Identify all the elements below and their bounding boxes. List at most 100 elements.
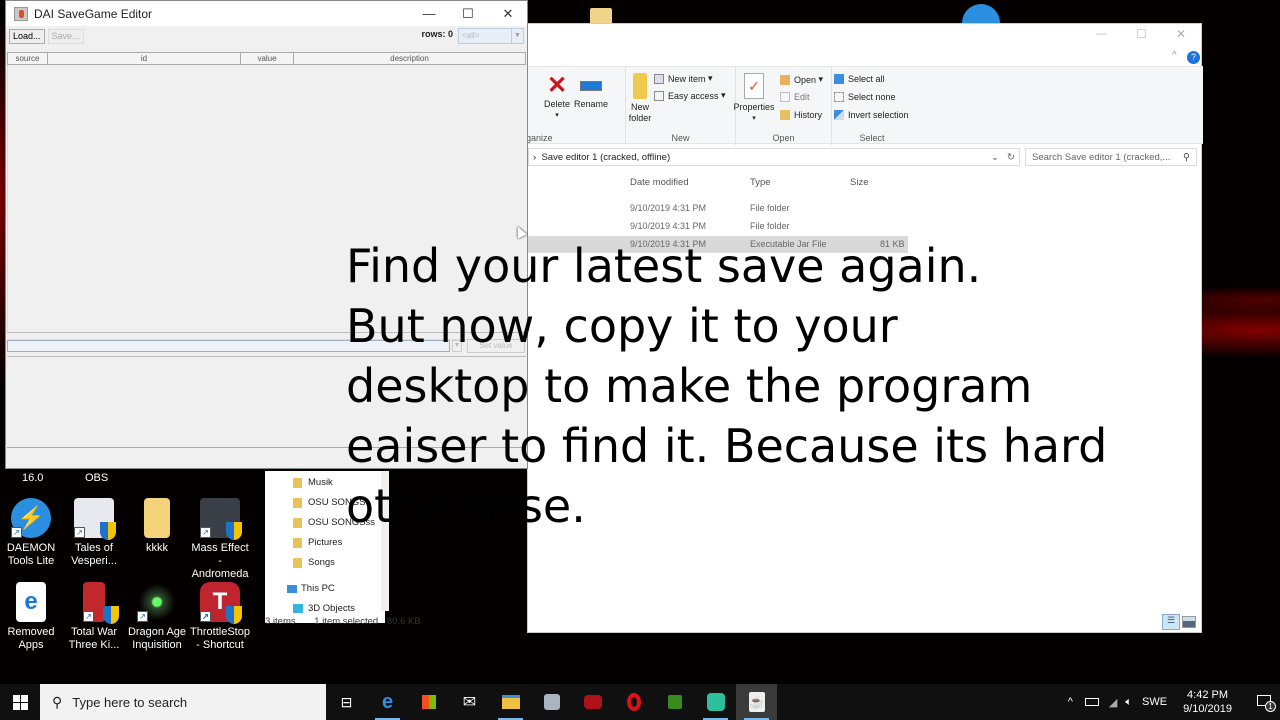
taskbar-edge[interactable]: e [367, 684, 408, 720]
history-button[interactable]: History [780, 110, 822, 120]
editor-toolbar: Load... Save... rows: 0 <all> ▼ [6, 26, 527, 46]
battery-icon[interactable] [1084, 698, 1099, 706]
source-filter-select[interactable]: <all> ▼ [458, 28, 524, 44]
description-area [7, 356, 526, 448]
rows-count: rows: 0 [421, 29, 453, 39]
desktop-label-16: 16.0 [22, 472, 44, 484]
address-dropdown-icon[interactable]: ⌄ [991, 149, 999, 167]
properties-button[interactable]: ✓ Properties ▾ [732, 73, 776, 124]
wifi-icon[interactable]: ◢ [1109, 696, 1117, 709]
column-description[interactable]: description [294, 53, 525, 64]
save-button[interactable]: Save... [47, 28, 84, 44]
folder-icon [293, 497, 302, 508]
file-explorer-icon [501, 695, 520, 709]
savegame-editor-window: DAI SaveGame Editor — ☐ ✕ Load... Save..… [5, 0, 528, 469]
task-view-icon: ⊟ [340, 693, 353, 710]
nav-item-osu-songsss[interactable]: OSU SONGSss [293, 517, 375, 528]
volume-icon[interactable]: 🔈︎ [1125, 696, 1132, 709]
nav-item-3d-objects[interactable]: 3D Objects [293, 603, 355, 614]
taskbar-mail[interactable]: ✉ [449, 684, 490, 720]
taskbar-nvidia[interactable] [654, 684, 695, 720]
desktop-folder-icon[interactable] [590, 8, 612, 24]
taskbar-app[interactable] [531, 684, 572, 720]
explorer-title-bar[interactable]: — ☐ ✕ [528, 24, 1201, 49]
easy-access-button[interactable]: Easy access ▾ [654, 90, 726, 101]
help-icon[interactable]: ? [1187, 51, 1200, 64]
set-value-button[interactable]: Set value [467, 339, 525, 353]
desktop-icon-removed-apps[interactable]: e Removed Apps [0, 582, 62, 652]
action-center-button[interactable]: 1 [1250, 684, 1280, 720]
editor-close-button[interactable]: ✕ [488, 1, 528, 26]
refresh-icon[interactable]: ↻ [1007, 149, 1015, 167]
column-type[interactable]: Type [750, 177, 771, 188]
language-indicator[interactable]: SWE [1142, 696, 1167, 708]
desktop-icon-total-war[interactable]: ↗ Total War Three Ki... [63, 582, 125, 652]
editor-title-bar[interactable]: DAI SaveGame Editor — ☐ ✕ [6, 1, 527, 26]
taskbar-chat[interactable] [695, 684, 736, 720]
address-bar[interactable]: › Save editor 1 (cracked, offline) ⌄ ↻ [528, 148, 1020, 166]
nav-item-musik[interactable]: Musik [293, 477, 333, 488]
taskbar-store[interactable] [408, 684, 449, 720]
explorer-maximize-button[interactable]: ☐ [1136, 27, 1147, 41]
column-id[interactable]: id [48, 53, 241, 64]
clock[interactable]: 4:42 PM 9/10/2019 [1183, 688, 1232, 716]
value-dropdown-icon[interactable]: ▼ [452, 340, 462, 352]
column-date-modified[interactable]: Date modified [630, 177, 689, 188]
start-button[interactable] [0, 684, 40, 720]
desktop-icon-dragon-age[interactable]: ↗ Dragon Age Inquisition [126, 582, 188, 652]
nav-item-osu-songs[interactable]: OSU SONGS [293, 497, 366, 508]
breadcrumb-folder[interactable]: Save editor 1 (cracked, offline) [541, 152, 670, 163]
desktop-icon-mass-effect[interactable]: ↗ Mass Effect - Andromeda [189, 498, 251, 581]
select-all-button[interactable]: Select all [834, 74, 885, 84]
explorer-close-button[interactable]: ✕ [1176, 27, 1186, 41]
collapse-ribbon-icon[interactable]: ^ [1172, 50, 1177, 61]
search-input[interactable]: Search Save editor 1 (cracked,... ⚲ [1025, 148, 1197, 166]
task-view-button[interactable]: ⊟ [326, 684, 367, 720]
desktop-icon-throttlestop[interactable]: T ↗ ThrottleStop - Shortcut [189, 582, 251, 652]
details-view-button[interactable]: ☰ [1162, 614, 1180, 630]
new-item-button[interactable]: New item ▾ [654, 73, 713, 84]
editor-maximize-button[interactable]: ☐ [448, 1, 488, 26]
load-button[interactable]: Load... [9, 28, 45, 44]
taskbar-java[interactable]: ☕ [736, 684, 777, 720]
desktop-icon-tales-of-vesperia[interactable]: ↗ Tales of Vesperi... [63, 498, 125, 568]
open-button[interactable]: Open ▾ [780, 74, 823, 85]
java-icon: ☕ [748, 692, 765, 712]
ribbon-group-select: Select all Select none Invert selection … [832, 67, 912, 145]
msi-dragon-icon [583, 695, 602, 709]
nvidia-icon [667, 695, 682, 709]
taskbar-opera[interactable] [613, 684, 654, 720]
column-value[interactable]: value [241, 53, 294, 64]
select-none-button[interactable]: Select none [834, 92, 896, 102]
nav-item-this-pc[interactable]: This PC [287, 583, 335, 594]
file-row[interactable]: 9/10/2019 4:31 PM File folder [528, 218, 908, 235]
nav-item-pictures[interactable]: Pictures [293, 537, 342, 548]
file-row[interactable]: 9/10/2019 4:31 PM File folder [528, 200, 908, 217]
nav-item-songs[interactable]: Songs [293, 557, 335, 568]
desktop-icon-daemon-tools[interactable]: ⚡ ↗ DAEMON Tools Lite [0, 498, 62, 568]
nav-scrollbar[interactable] [381, 471, 389, 611]
ribbon-group-organize: ✕ Delete ▾ Rename Organize [516, 67, 626, 145]
table-header: source id value description [7, 52, 526, 65]
desktop-icon-kkkk[interactable]: kkkk [126, 498, 188, 555]
splitter[interactable] [7, 332, 526, 340]
large-icons-view-button[interactable] [1182, 616, 1196, 628]
file-row-selected[interactable]: 9/10/2019 4:31 PM Executable Jar File 81… [528, 236, 908, 253]
chevron-down-icon: ▼ [511, 29, 523, 43]
taskbar-search-box[interactable]: ⚲ Type here to search [40, 684, 326, 720]
explorer-minimize-button[interactable]: — [1096, 28, 1107, 40]
windows-logo-icon [12, 694, 28, 710]
column-source[interactable]: source [8, 53, 48, 64]
taskbar-msi-dragon[interactable] [572, 684, 613, 720]
save-data-table[interactable] [7, 65, 526, 332]
new-folder-icon [633, 73, 647, 99]
column-size[interactable]: Size [850, 177, 868, 188]
show-hidden-icons-button[interactable]: ^ [1068, 696, 1073, 708]
rename-button[interactable]: Rename [574, 73, 608, 110]
invert-selection-button[interactable]: Invert selection [834, 110, 909, 120]
taskbar-file-explorer[interactable] [490, 684, 531, 720]
value-input[interactable] [7, 340, 450, 352]
edit-button[interactable]: Edit [780, 92, 810, 102]
editor-minimize-button[interactable]: — [409, 1, 449, 26]
delete-button[interactable]: ✕ Delete ▾ [542, 73, 572, 121]
